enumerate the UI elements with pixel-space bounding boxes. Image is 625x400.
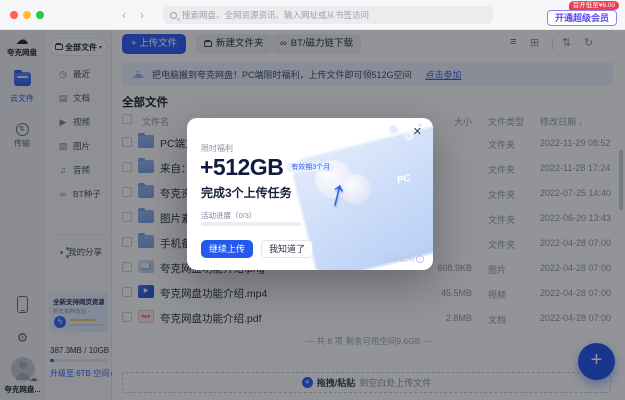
progress-label: 活动进展（0/3）: [201, 211, 257, 220]
upload-illustration: ↑ PC 活动说明 i: [293, 118, 433, 270]
task-progress-track: [201, 222, 301, 226]
validity-badge: 有效期3个月: [287, 163, 335, 172]
minimize-window-button[interactable]: [23, 11, 31, 19]
close-icon[interactable]: ✕: [413, 125, 422, 138]
search-placeholder: 搜索网盘、全网资源资讯、输入网址或从书签访问: [182, 10, 370, 20]
continue-upload-button[interactable]: 继续上传: [201, 240, 253, 258]
bubble-decoration: [388, 124, 399, 135]
close-window-button[interactable]: [10, 11, 18, 19]
titlebar: ‹ › 搜索网盘、全网资源资讯、输入网址或从书签访问 首开低至¥6.00 开通超…: [0, 0, 625, 30]
vip-price-badge: 首开低至¥6.00: [568, 1, 619, 10]
forward-icon[interactable]: ›: [140, 8, 144, 22]
info-icon: i: [416, 254, 424, 263]
upload-reward-modal: ✕ 限时福利 +512GB 有效期3个月 完成3个上传任务 活动进展（0/3） 继…: [187, 118, 433, 270]
app-window: ‹ › 搜索网盘、全网资源资讯、输入网址或从书签访问 首开低至¥6.00 开通超…: [0, 0, 625, 400]
open-super-vip-button[interactable]: 开通超级会员: [546, 10, 617, 26]
modal-tag: 限时福利: [201, 144, 233, 153]
maximize-window-button[interactable]: [36, 11, 44, 19]
search-input[interactable]: 搜索网盘、全网资源资讯、输入网址或从书签访问: [163, 6, 493, 24]
task-subtitle: 完成3个上传任务: [201, 186, 292, 200]
got-it-button[interactable]: 我知道了: [261, 240, 313, 258]
search-icon: [170, 11, 177, 19]
activity-info-link[interactable]: 活动说明 i: [384, 253, 424, 264]
back-icon[interactable]: ‹: [122, 8, 126, 22]
reward-headline: +512GB: [200, 154, 284, 180]
